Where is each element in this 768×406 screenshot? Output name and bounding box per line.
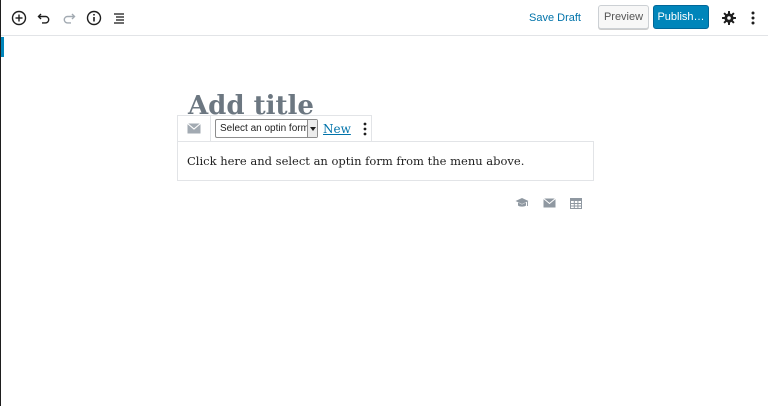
plus-circle-icon	[11, 10, 27, 26]
gear-icon	[722, 11, 736, 25]
insert-education-block-button[interactable]	[514, 195, 530, 211]
envelope-icon	[542, 198, 556, 208]
block-more-options-button[interactable]	[359, 119, 371, 139]
redo-button[interactable]	[57, 6, 81, 30]
info-icon	[86, 10, 102, 26]
publish-button[interactable]: Publish…	[653, 5, 709, 29]
chevron-down-icon	[307, 120, 317, 137]
add-block-button[interactable]	[7, 6, 31, 30]
graduation-cap-icon	[515, 198, 529, 207]
insert-optin-block-button[interactable]	[541, 195, 557, 211]
editor-window: Save Draft Preview Publish… Add title Cl…	[0, 0, 768, 406]
vertical-ellipsis-icon	[363, 122, 367, 135]
optin-block[interactable]: Click here and select an optin form from…	[177, 141, 594, 181]
settings-button[interactable]	[717, 6, 741, 30]
focus-accent	[1, 37, 4, 57]
block-toolbar: Select an optin form New	[177, 115, 372, 142]
block-navigation-button[interactable]	[107, 6, 131, 30]
vertical-ellipsis-icon	[751, 11, 755, 25]
content-info-button[interactable]	[82, 6, 106, 30]
optin-form-select-value: Select an optin form	[220, 123, 309, 134]
undo-icon	[37, 13, 50, 24]
list-outline-icon	[114, 13, 124, 24]
block-type-button[interactable]	[178, 116, 211, 141]
save-draft-button[interactable]: Save Draft	[529, 10, 581, 26]
undo-button[interactable]	[32, 6, 56, 30]
optin-block-instructions: Click here and select an optin form from…	[187, 154, 525, 168]
new-optin-link[interactable]: New	[323, 122, 351, 136]
top-toolbar: Save Draft Preview Publish…	[1, 0, 768, 36]
preview-button[interactable]: Preview	[598, 5, 649, 29]
redo-icon	[63, 13, 76, 24]
optin-form-select[interactable]: Select an optin form	[215, 119, 318, 138]
insert-table-block-button[interactable]	[568, 195, 584, 211]
envelope-icon	[187, 123, 201, 134]
more-tools-button[interactable]	[741, 6, 765, 30]
table-icon	[570, 197, 582, 209]
